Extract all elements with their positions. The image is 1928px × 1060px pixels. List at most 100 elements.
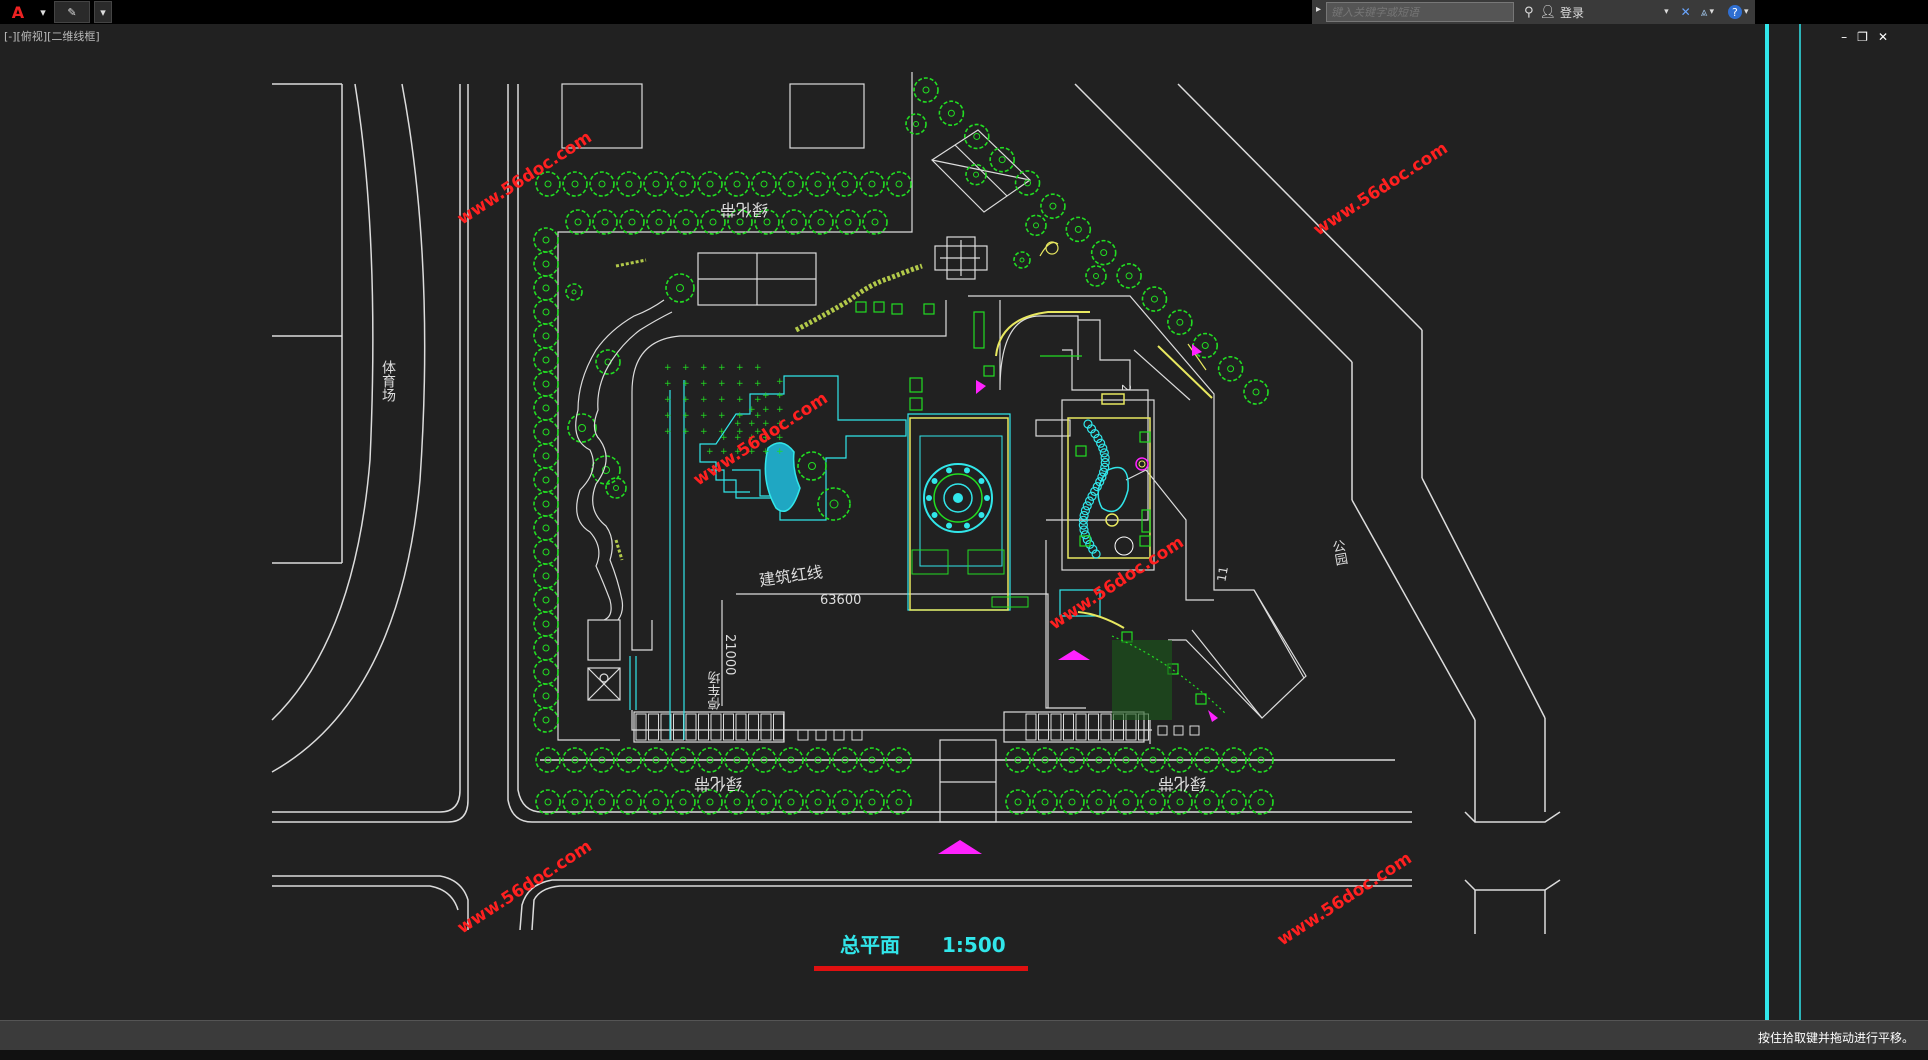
lawn-dot: + [718,427,726,437]
search-input[interactable] [1326,2,1514,22]
tree-center [1122,798,1130,806]
lawn-dot: + [664,411,672,421]
watermarks: www.56doc.com www.56doc.com www.56doc.co… [454,127,1452,950]
tree-icon [533,251,559,277]
stay-connected-dropdown-icon[interactable]: ▾ [1709,7,1714,17]
tree-icon [751,789,777,815]
tree-icon [665,273,695,303]
tree-icon [1059,789,1085,815]
tree-icon [1085,265,1107,287]
help-icon[interactable]: ? [1727,5,1742,19]
app-menu-dropdown-icon[interactable]: ▾ [36,2,50,22]
lawn-dot: + [754,363,762,373]
tree-center [871,218,879,226]
login-dropdown-icon[interactable]: ▾ [1664,7,1669,17]
tree-center [1252,388,1260,396]
tree-icon [643,789,669,815]
edit-document-icon: ✎ [67,5,77,19]
tree-icon [697,171,723,197]
tree-icon [619,209,645,235]
lawn-dot: + [664,395,672,405]
tree-center [1068,798,1076,806]
tree-icon [1221,789,1247,815]
autodesk-a-icon[interactable]: ⩓ [1701,5,1708,20]
lawn-dot: + [682,411,690,421]
watermark-text: www.56doc.com [454,836,596,938]
exchange-x-icon[interactable]: ✕ [1681,5,1691,19]
tree-center [895,180,903,188]
tree-icon [817,487,851,521]
tree-center [682,218,690,226]
entrance-triangle [1058,650,1090,660]
tree-center [1201,342,1209,350]
parking-stall [1100,713,1112,741]
tree-icon [1167,309,1193,336]
login-button[interactable]: 登录 [1560,4,1584,21]
workspace-dropdown-icon[interactable]: ▾ [94,1,112,23]
tree-icon [1116,263,1142,289]
parking-stall [635,713,647,741]
tree-icon [1248,789,1274,815]
tree-center [542,236,550,244]
parking-stall [673,713,684,741]
lawn-dot: + [700,363,708,373]
tree-icon [533,275,559,301]
workspace-button[interactable]: ✎ [54,1,90,23]
tree-center [973,171,979,178]
drawing-canvas[interactable]: [-][俯视][二维线框] – ❐ ✕ + + + + + + + + + + … [0,24,1928,1020]
parking-stall [698,713,709,741]
tree-center [1125,272,1133,280]
tree-icon [562,789,588,815]
tree-center [808,462,816,470]
tree-icon [533,539,559,565]
tree-center [1019,257,1025,263]
tree-icon [862,209,888,235]
tree-center [1227,365,1235,373]
tree-icon [567,413,597,443]
tree-center [542,332,550,340]
tree-center [1203,798,1211,806]
lawn-dot: + [776,377,784,387]
lawn-dot: + [736,395,744,405]
status-bar: 按住拾取键并拖动进行平移。 [0,1020,1928,1051]
tree-center [542,260,550,268]
tree-icon [1217,355,1244,382]
tree-center [895,798,903,806]
tree-icon [533,563,559,589]
plaza-dot [931,477,938,484]
tree-icon [533,299,559,325]
tree-center [733,180,741,188]
tree-center [598,798,606,806]
parking-stall [1025,713,1037,741]
tree-icon [562,171,588,197]
tree-center [947,109,955,117]
search-binoculars-icon[interactable]: ⚲ [1524,5,1534,20]
parking-stall [1050,713,1062,741]
help-dropdown-icon[interactable]: ▾ [1744,7,1749,17]
tree-center [998,156,1006,164]
tree-icon [592,209,618,235]
pebble [1098,443,1108,453]
title-underline [814,966,1028,971]
pebble [1087,491,1097,501]
infocenter-bar: ▸ ⚲ 👤︎ 登录 ▾ ✕ ⩓ ▾ ? ▾ [1312,0,1755,24]
tree-icon [797,451,827,481]
app-menu-button[interactable]: A [4,2,32,22]
tree-icon [589,789,615,815]
tree-icon [989,146,1015,173]
tree-center [542,644,550,652]
tree-center [542,668,550,676]
lawn-dot: + [762,405,770,415]
expand-arrow-icon[interactable]: ▸ [1316,4,1321,15]
watermark-text: www.56doc.com [454,127,596,229]
yellow-diagonal [1157,345,1213,399]
plaza-dot [978,477,985,484]
tree-icon [938,100,965,127]
tree-center [542,452,550,460]
drawing-title: 总平面 [840,933,900,957]
tree-center [571,180,579,188]
autocad-logo-icon: A [11,2,25,22]
tree-center [625,180,633,188]
lawn-dot: + [718,363,726,373]
tree-center [1014,798,1022,806]
